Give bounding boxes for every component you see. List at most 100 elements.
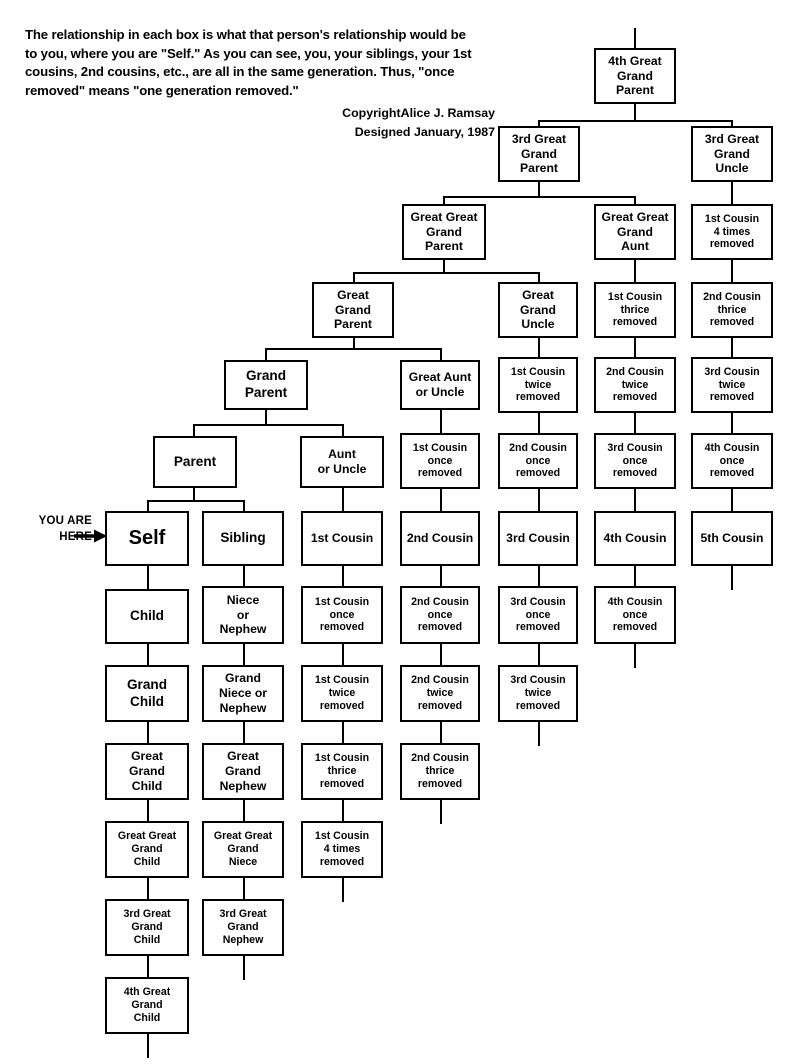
node-box[interactable]: 3rd Cousin once removed	[594, 433, 676, 489]
node-box[interactable]: 3rd Cousin twice removed	[691, 357, 773, 413]
connector	[538, 722, 541, 746]
node-line-2: Grand	[131, 999, 163, 1012]
node-box[interactable]: Great Grand Nephew	[202, 743, 284, 800]
node-box[interactable]: Niece or Nephew	[202, 586, 284, 644]
node-box[interactable]: 5th Cousin	[691, 511, 773, 566]
node-line-3: removed	[709, 238, 755, 251]
node-box[interactable]: Grand Parent	[224, 360, 308, 410]
node-line-1: 2nd Cousin	[703, 290, 761, 303]
node-line-1: 3rd Great	[704, 131, 760, 146]
node-box[interactable]: 4th Cousin once removed	[691, 433, 773, 489]
node-box[interactable]: 1st Cousin	[301, 511, 383, 566]
node-box[interactable]: 3rd Great Grand Parent	[498, 126, 580, 182]
node-line-2: once	[719, 454, 745, 467]
node-line-3: Uncle	[521, 317, 555, 332]
connector	[342, 878, 345, 902]
node-box[interactable]: Great Great Grand Parent	[402, 204, 486, 260]
node-line-1: 2nd Cousin	[606, 365, 664, 378]
connector	[193, 424, 196, 436]
connector	[731, 488, 734, 512]
connector	[731, 258, 734, 284]
node-box[interactable]: 3rd Cousin twice removed	[498, 665, 578, 722]
node-line-3: Nephew	[219, 778, 267, 793]
node-line-3: removed	[319, 855, 365, 868]
node-line-2: once	[525, 454, 551, 467]
node-line-3: removed	[709, 316, 755, 329]
node-box[interactable]: 2nd Cousin thrice removed	[691, 282, 773, 338]
node-box[interactable]: 4th Great Grand Child	[105, 977, 189, 1034]
node-box[interactable]: Aunt or Uncle	[300, 436, 384, 488]
connector	[538, 120, 733, 123]
node-box[interactable]: 3rd Cousin	[498, 511, 578, 566]
node-line-3: removed	[612, 316, 658, 329]
designed-date: Designed January, 1987	[354, 124, 495, 139]
node-line-2: twice	[621, 378, 649, 391]
node-box[interactable]: 2nd Cousin once removed	[498, 433, 578, 489]
node-box[interactable]: Great Aunt or Uncle	[400, 360, 480, 410]
node-box[interactable]: 3rd Great Grand Uncle	[691, 126, 773, 182]
node-box[interactable]: Child	[105, 589, 189, 644]
connector	[443, 196, 540, 199]
node-line-2: Child	[130, 693, 164, 709]
node-box[interactable]: Great Great Grand Niece	[202, 821, 284, 878]
node-line-3: Uncle	[715, 161, 749, 176]
node-line-1: 2nd Cousin	[411, 674, 469, 687]
node-box[interactable]: 1st Cousin 4 times removed	[691, 204, 773, 260]
node-line-1: 1st Cousin	[314, 595, 370, 608]
node-line-1: 1st Cousin	[314, 830, 370, 843]
node-line-3: removed	[709, 391, 755, 404]
node-box[interactable]: Sibling	[202, 511, 284, 566]
node-box-self[interactable]: Self	[105, 511, 189, 566]
node-box[interactable]: Grand Niece or Nephew	[202, 665, 284, 722]
relationship-chart: The relationship in each box is what tha…	[0, 0, 800, 1064]
node-box[interactable]: 1st Cousin 4 times removed	[301, 821, 383, 878]
node-box[interactable]: Great Grand Parent	[312, 282, 394, 338]
node-line-2: Grand	[227, 843, 259, 856]
node-line-1: 1st Cousin	[510, 365, 566, 378]
node-box[interactable]: 1st Cousin once removed	[400, 433, 480, 489]
node-box[interactable]: Grand Child	[105, 665, 189, 722]
node-line-2: Grand	[617, 224, 653, 239]
node-line-2: Grand	[225, 764, 261, 779]
node-line-1: 4th Great	[123, 986, 171, 999]
node-line-3: Child	[133, 1011, 161, 1024]
node-line-1: Great	[227, 749, 259, 764]
connector	[634, 644, 637, 668]
node-box[interactable]: 1st Cousin thrice removed	[301, 743, 383, 800]
credit-block: CopyrightAlice J. Ramsay Designed Januar…	[25, 104, 495, 141]
node-box[interactable]: Great Great Grand Child	[105, 821, 189, 878]
node-box[interactable]: 2nd Cousin once removed	[400, 586, 480, 644]
node-line-1: 4th Cousin	[607, 595, 663, 608]
node-box[interactable]: 2nd Cousin twice removed	[594, 357, 676, 413]
node-box[interactable]: Great Grand Uncle	[498, 282, 578, 338]
node-box[interactable]: Great Grand Child	[105, 743, 189, 800]
node-box[interactable]: 4th Cousin once removed	[594, 586, 676, 644]
node-box[interactable]: 3rd Great Grand Nephew	[202, 899, 284, 956]
node-box[interactable]: 4th Cousin	[594, 511, 676, 566]
node-line-2: once	[622, 454, 648, 467]
connector	[243, 956, 246, 980]
node-box[interactable]: 2nd Cousin twice removed	[400, 665, 480, 722]
node-line-2: 4 times	[713, 225, 751, 238]
node-box[interactable]: 2nd Cousin thrice removed	[400, 743, 480, 800]
node-box[interactable]: Great Great Grand Aunt	[594, 204, 676, 260]
node-line-2: 4 times	[323, 843, 361, 856]
node-line-1: 4th Cousin	[603, 531, 667, 546]
node-box[interactable]: 1st Cousin once removed	[301, 586, 383, 644]
node-box[interactable]: Parent	[153, 436, 237, 488]
node-box[interactable]: 1st Cousin twice removed	[301, 665, 383, 722]
connector	[353, 272, 445, 275]
node-line-1: 2nd Cousin	[509, 441, 567, 454]
node-line-2: thrice	[620, 303, 650, 316]
node-box[interactable]: 4th Great Grand Parent	[594, 48, 676, 104]
node-line-3: removed	[515, 391, 561, 404]
node-box[interactable]: 1st Cousin twice removed	[498, 357, 578, 413]
node-box[interactable]: 2nd Cousin	[400, 511, 480, 566]
node-box[interactable]: 3rd Great Grand Child	[105, 899, 189, 956]
node-line-1: 3rd Cousin	[510, 595, 566, 608]
node-line-3: removed	[612, 621, 658, 634]
node-box[interactable]: 3rd Cousin once removed	[498, 586, 578, 644]
node-line-2: or Uncle	[317, 462, 367, 476]
node-box[interactable]: 1st Cousin thrice removed	[594, 282, 676, 338]
node-line-1: 3rd Great	[123, 908, 171, 921]
